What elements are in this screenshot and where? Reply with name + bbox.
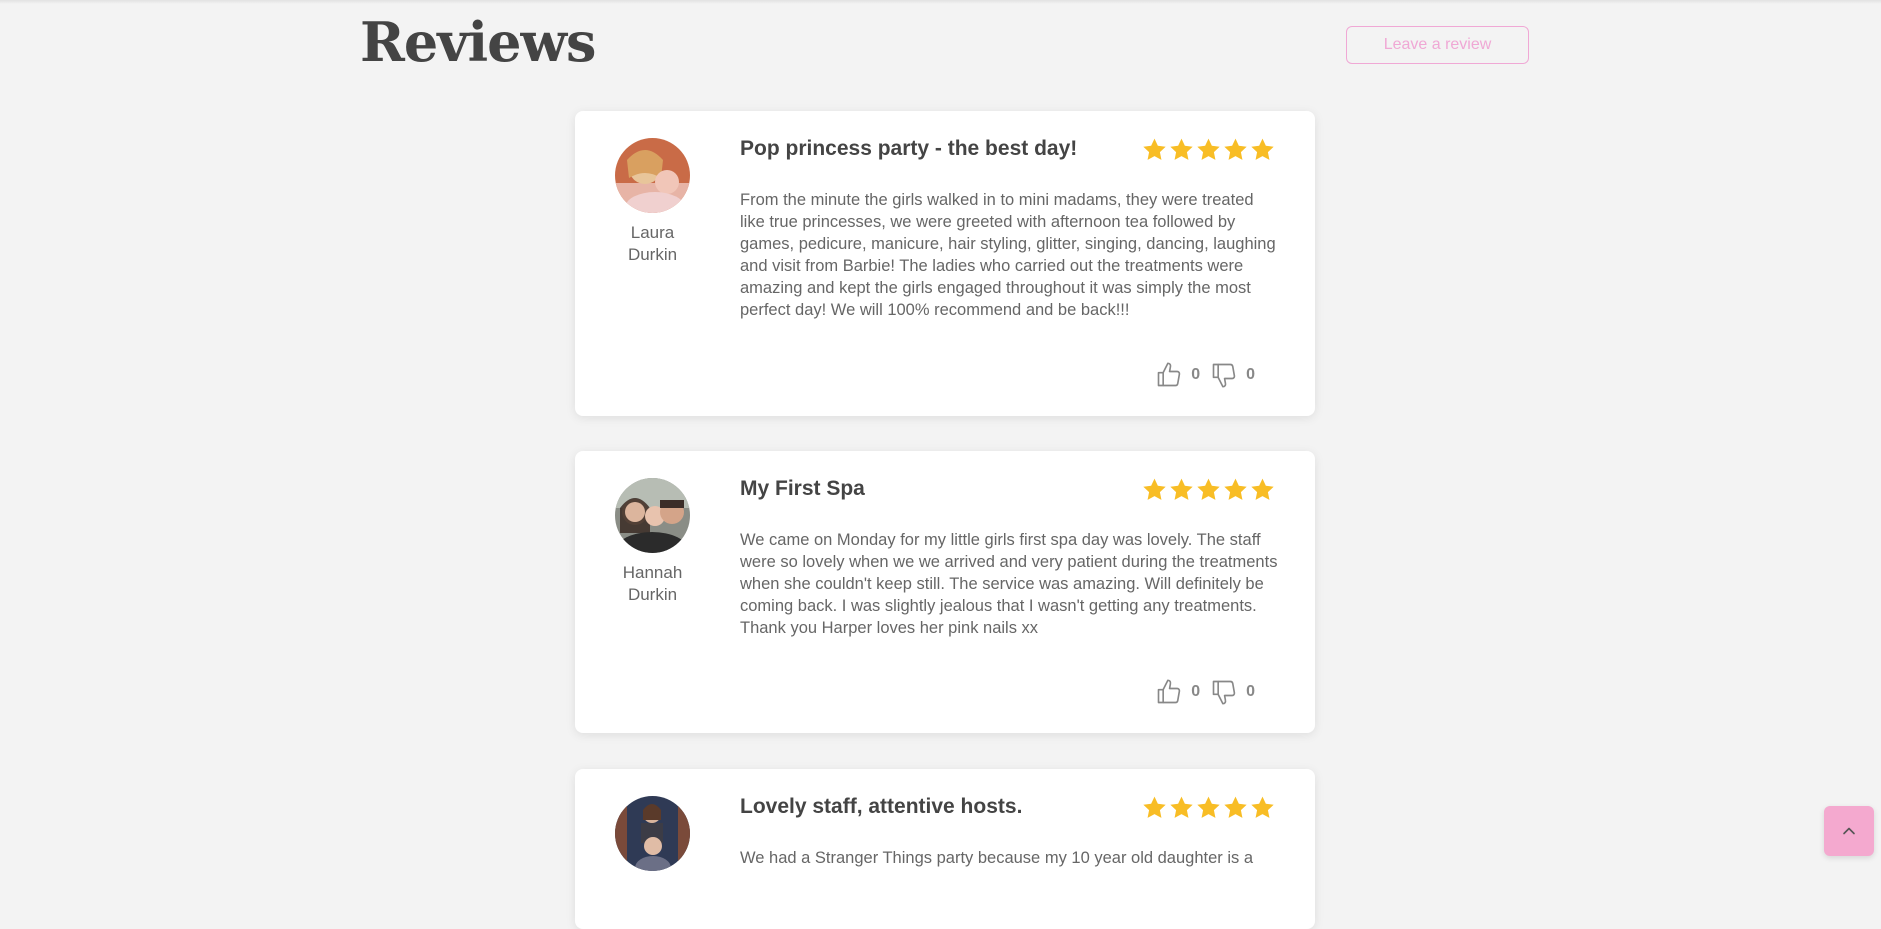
vote-controls: 0 0 xyxy=(1155,361,1265,389)
review-text: We came on Monday for my little girls fi… xyxy=(740,531,1278,637)
star-icon xyxy=(1224,796,1247,818)
chevron-up-icon xyxy=(1843,827,1855,835)
review-title: Pop princess party - the best day! xyxy=(740,137,1078,160)
author-first-name: Hannah xyxy=(622,563,683,582)
thumbs-up-icon xyxy=(1157,362,1181,387)
avatar xyxy=(615,796,690,871)
star-icon xyxy=(1143,138,1166,160)
dislike-count: 0 xyxy=(1246,683,1255,700)
header-shadow xyxy=(0,0,1881,4)
like-button[interactable]: 0 xyxy=(1155,361,1210,389)
review-card: Lovely staff, attentive hosts. We had a … xyxy=(575,769,1315,929)
thumbs-up-icon xyxy=(1157,679,1181,704)
dislike-count: 0 xyxy=(1246,366,1255,383)
star-rating xyxy=(1141,477,1276,503)
author-first-name: Laura xyxy=(630,223,675,242)
review-card: Laura Durkin Pop princess party - the be… xyxy=(575,111,1315,416)
star-icon xyxy=(1197,796,1220,818)
author-name: Hannah Durkin xyxy=(595,562,710,606)
star-rating xyxy=(1141,795,1276,821)
dislike-button[interactable]: 0 xyxy=(1210,361,1265,389)
star-icon xyxy=(1143,796,1166,818)
leave-review-button[interactable]: Leave a review xyxy=(1346,26,1529,64)
star-icon xyxy=(1170,138,1193,160)
star-icon xyxy=(1197,478,1220,500)
star-icon xyxy=(1251,478,1274,500)
author-name: Laura Durkin xyxy=(595,222,710,266)
author-last-name: Durkin xyxy=(627,585,678,604)
review-title: Lovely staff, attentive hosts. xyxy=(740,795,1023,818)
author-last-name: Durkin xyxy=(627,245,678,264)
review-text: From the minute the girls walked in to m… xyxy=(740,191,1276,319)
star-icon xyxy=(1224,478,1247,500)
like-count: 0 xyxy=(1191,683,1201,700)
star-icon xyxy=(1170,478,1193,500)
star-icon xyxy=(1251,138,1274,160)
star-icon xyxy=(1224,138,1247,160)
star-rating xyxy=(1141,137,1276,163)
avatar xyxy=(615,138,690,213)
vote-controls: 0 0 xyxy=(1155,678,1265,706)
page-title: Reviews xyxy=(360,10,596,74)
dislike-button[interactable]: 0 xyxy=(1210,678,1265,706)
review-card: Hannah Durkin My First Spa We came on Mo… xyxy=(575,451,1315,733)
star-icon xyxy=(1170,796,1193,818)
avatar xyxy=(615,478,690,553)
star-icon xyxy=(1251,796,1274,818)
thumbs-down-icon xyxy=(1212,680,1236,705)
like-button[interactable]: 0 xyxy=(1155,678,1210,706)
scroll-to-top-button[interactable] xyxy=(1824,806,1874,856)
review-title: My First Spa xyxy=(740,477,865,500)
star-icon xyxy=(1143,478,1166,500)
like-count: 0 xyxy=(1191,366,1201,383)
review-text: We had a Stranger Things party because m… xyxy=(740,849,1254,867)
star-icon xyxy=(1197,138,1220,160)
thumbs-down-icon xyxy=(1212,363,1236,388)
